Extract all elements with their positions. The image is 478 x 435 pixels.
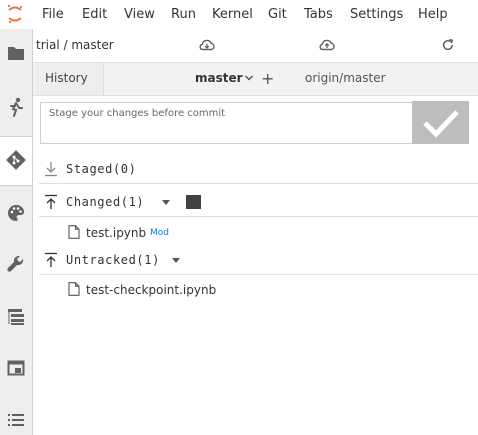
changed-file-name: test.ipynb (86, 226, 147, 240)
changed-title: Changed(1) (66, 195, 145, 209)
caret-down-icon[interactable] (172, 258, 180, 263)
tabs-icon[interactable] (5, 357, 27, 379)
tab-history[interactable]: History (36, 63, 104, 95)
caret-down-icon[interactable] (162, 200, 170, 205)
pull-icon[interactable] (198, 37, 216, 53)
file-icon (68, 225, 80, 239)
menu-edit[interactable]: Edit (82, 7, 107, 22)
menu-help[interactable]: Help (418, 7, 448, 22)
add-branch-button[interactable]: + (261, 69, 274, 88)
menu-bar: File Edit View Run Kernel Git Tabs Setti… (0, 0, 478, 29)
menu-kernel[interactable]: Kernel (212, 7, 253, 22)
stage-all-untracked-icon[interactable] (44, 252, 58, 268)
chevron-down-icon[interactable] (244, 73, 254, 83)
table-of-contents-icon[interactable] (5, 306, 27, 328)
repo-name: trial / master (36, 38, 114, 52)
repo-header: trial / master (33, 29, 478, 62)
jupyter-logo-icon (8, 5, 22, 23)
menu-run[interactable]: Run (171, 7, 196, 22)
push-icon[interactable] (318, 37, 336, 53)
branch-bar: History master + origin/master (33, 62, 478, 96)
untracked-file-name: test-checkpoint.ipynb (86, 283, 217, 297)
menu-tabs[interactable]: Tabs (304, 7, 333, 22)
discard-all-button[interactable] (186, 195, 201, 209)
wrench-icon[interactable] (5, 254, 27, 276)
current-branch[interactable]: master (195, 71, 243, 85)
palette-icon[interactable] (5, 202, 27, 224)
commit-button[interactable] (412, 101, 469, 144)
untracked-title: Untracked(1) (66, 253, 160, 267)
stage-all-icon[interactable] (44, 194, 58, 210)
menu-git[interactable]: Git (268, 7, 287, 22)
menu-view[interactable]: View (124, 7, 155, 22)
untracked-section-header[interactable]: Untracked(1) (39, 247, 478, 275)
left-sidebar (0, 29, 33, 435)
folder-icon[interactable] (5, 42, 27, 64)
commit-message-input[interactable] (41, 103, 412, 143)
menu-settings[interactable]: Settings (350, 7, 403, 22)
untracked-file-row[interactable]: test-checkpoint.ipynb (33, 277, 478, 303)
changed-section-header[interactable]: Changed(1) (39, 189, 478, 217)
changed-file-row[interactable]: test.ipynb Mod (33, 220, 478, 246)
unstage-all-icon[interactable] (44, 161, 58, 177)
file-status-badge: Mod (150, 228, 169, 238)
menu-file[interactable]: File (42, 7, 64, 22)
check-icon (422, 109, 459, 138)
staged-title: Staged(0) (66, 162, 137, 176)
file-icon (68, 282, 80, 296)
commit-message-box (40, 102, 413, 144)
git-panel: trial / master History master + origin/m… (33, 29, 478, 435)
refresh-icon[interactable] (439, 37, 457, 53)
list-icon[interactable] (5, 409, 27, 431)
staged-section-header[interactable]: Staged(0) (39, 156, 478, 184)
history-label: History (45, 71, 88, 85)
git-icon[interactable] (5, 149, 27, 171)
remote-branch: origin/master (305, 71, 386, 85)
running-icon[interactable] (5, 96, 27, 118)
